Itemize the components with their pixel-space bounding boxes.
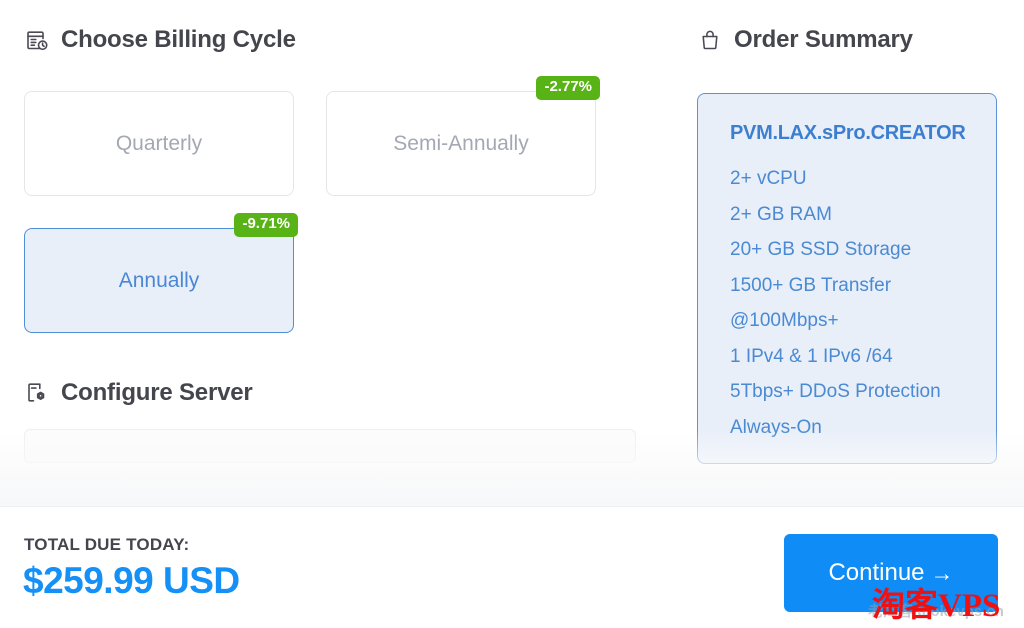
discount-badge: -9.71% bbox=[234, 213, 298, 237]
billing-option-label: Annually bbox=[118, 268, 200, 292]
shopping-bag-icon bbox=[697, 27, 723, 53]
plan-spec-item: 1 IPv4 & 1 IPv6 /64 bbox=[730, 345, 893, 367]
configure-server-field[interactable] bbox=[24, 429, 636, 463]
plan-spec-item: 5Tbps+ DDoS Protection Always-On bbox=[730, 381, 941, 438]
billing-option-semi-annually[interactable]: -2.77% Semi-Annually bbox=[326, 76, 600, 196]
configure-server-title: Configure Server bbox=[61, 379, 253, 406]
arrow-right-icon: → bbox=[930, 559, 954, 586]
left-column: Choose Billing Cycle Quarterly -2.77% Se… bbox=[24, 26, 664, 463]
discount-badge: -2.77% bbox=[536, 76, 600, 100]
plan-spec-list: 2+ vCPU 2+ GB RAM 20+ GB SSD Storage 150… bbox=[730, 161, 996, 445]
document-gear-icon bbox=[24, 380, 50, 406]
billing-option-annually[interactable]: -9.71% Annually bbox=[24, 213, 298, 333]
calendar-clock-icon bbox=[24, 27, 50, 53]
billing-option-label: Semi-Annually bbox=[393, 131, 529, 155]
order-summary-header: Order Summary bbox=[697, 26, 1007, 54]
billing-cycle-options: Quarterly -2.77% Semi-Annually -9.71% An… bbox=[24, 76, 629, 333]
scrollable-content[interactable]: Choose Billing Cycle Quarterly -2.77% Se… bbox=[0, 0, 1024, 506]
billing-cycle-title: Choose Billing Cycle bbox=[61, 26, 296, 53]
billing-option-label: Quarterly bbox=[115, 131, 203, 155]
plan-spec-item: 1500+ GB Transfer @100Mbps+ bbox=[730, 274, 892, 332]
total-due-label: TOTAL DUE TODAY: bbox=[24, 535, 190, 554]
plan-spec-item: 2+ vCPU bbox=[730, 168, 807, 189]
plan-name: PVM.LAX.sPro.CREATOR bbox=[730, 122, 966, 144]
plan-spec-item: 20+ GB SSD Storage bbox=[730, 239, 912, 261]
right-column: Order Summary PVM.LAX.sPro.CREATOR 2+ vC… bbox=[697, 26, 1007, 465]
checkout-page: Choose Billing Cycle Quarterly -2.77% Se… bbox=[0, 0, 1024, 628]
configure-server-header: Configure Server bbox=[24, 379, 664, 407]
continue-button[interactable]: Continue → bbox=[784, 534, 998, 612]
order-summary-title: Order Summary bbox=[734, 26, 913, 53]
order-summary-card: PVM.LAX.sPro.CREATOR 2+ vCPU 2+ GB RAM 2… bbox=[697, 93, 997, 465]
billing-option-quarterly[interactable]: Quarterly bbox=[24, 91, 294, 196]
billing-cycle-header: Choose Billing Cycle bbox=[24, 26, 664, 54]
total-due-amount: $259.99 USD bbox=[23, 560, 240, 601]
continue-button-label: Continue bbox=[828, 559, 925, 586]
plan-spec-item: 2+ GB RAM bbox=[730, 203, 832, 225]
